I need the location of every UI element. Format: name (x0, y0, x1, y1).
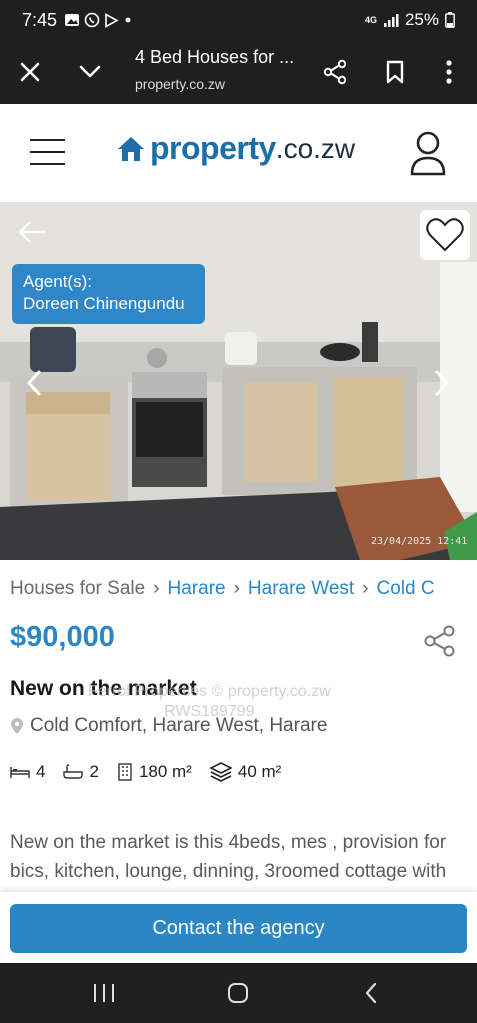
breadcrumb-separator: › (233, 578, 240, 599)
favorite-button[interactable] (420, 210, 470, 260)
system-nav-bar (0, 963, 477, 1023)
dot-icon (125, 17, 131, 23)
listing-location: Cold Comfort, Harare West, Harare (10, 715, 327, 737)
status-time: 7:45 (22, 10, 58, 30)
land-area: 40 m² (237, 762, 282, 781)
bathrooms-feature: 2 (63, 762, 99, 782)
breadcrumb-link[interactable]: Harare West (248, 578, 354, 600)
logo-tld: .co.zw (275, 132, 356, 164)
description-fade (0, 880, 477, 892)
browser-toolbar: 4 Bed Houses for ... property.co.zw (0, 40, 477, 104)
floor-area-feature: 180 m² (117, 762, 192, 782)
gallery-notification-icon (65, 14, 79, 26)
bookmark-icon[interactable] (379, 56, 411, 88)
share-icon[interactable] (319, 56, 351, 88)
building-icon (118, 763, 132, 781)
breadcrumb-link[interactable]: Cold C (377, 578, 435, 600)
location-text: Cold Comfort, Harare West, Harare (30, 715, 328, 736)
home-icon[interactable] (224, 981, 252, 1005)
chevron-down-icon[interactable] (74, 56, 106, 88)
status-right: 4G 25% (365, 10, 455, 30)
agent-badge[interactable]: Agent(s): Doreen Chinengundu (12, 264, 205, 324)
bedrooms-count: 4 (36, 762, 46, 781)
play-notification-icon (105, 12, 119, 28)
breadcrumb-separator: › (153, 578, 160, 599)
watermark-line: Ferrol Properties © property.co.zw (88, 683, 331, 700)
bathrooms-count: 2 (89, 762, 99, 781)
previous-photo-icon[interactable] (22, 368, 46, 398)
listing-features: 4 2 180 m² 40 m² (10, 762, 299, 782)
bedrooms-feature: 4 (10, 762, 45, 782)
whatsapp-notification-icon (84, 12, 100, 28)
layers-icon (209, 762, 232, 782)
notification-icons (64, 12, 133, 28)
battery-percent: 25% (404, 10, 439, 29)
listing-price: $90,000 (10, 621, 115, 653)
photo-timestamp: 23/04/2025 12:41 (371, 536, 468, 547)
share-listing-icon[interactable] (423, 624, 457, 658)
bed-icon (10, 767, 30, 778)
browser-url[interactable]: property.co.zw (135, 76, 225, 92)
agent-label: Agent(s): (23, 272, 92, 291)
browser-page-title: 4 Bed Houses for ... (135, 47, 295, 67)
status-bar: 7:45 4G 25% (0, 0, 477, 40)
user-account-icon[interactable] (408, 130, 448, 176)
more-options-icon[interactable] (433, 56, 465, 88)
contact-bar: Contact the agency (0, 892, 477, 963)
back-arrow-icon[interactable] (16, 220, 50, 250)
listing-photo (0, 202, 477, 560)
agent-name: Doreen Chinengundu (23, 294, 185, 313)
close-tab-icon[interactable] (14, 56, 46, 88)
heart-icon (426, 218, 464, 252)
back-icon[interactable] (358, 981, 386, 1005)
land-area-feature: 40 m² (209, 762, 282, 782)
photo-gallery[interactable]: Agent(s): Doreen Chinengundu 23/04/2025 … (0, 202, 477, 560)
site-logo[interactable]: property .co.zw (116, 130, 355, 167)
site-header: property .co.zw (0, 104, 477, 202)
recent-apps-icon[interactable] (90, 981, 118, 1005)
bathtub-icon (63, 764, 84, 779)
breadcrumb-separator: › (362, 578, 369, 599)
floor-area: 180 m² (138, 762, 192, 781)
network-type: 4G (364, 15, 377, 25)
signal-icon (383, 14, 399, 27)
breadcrumb-link[interactable]: Harare (168, 578, 226, 600)
house-logo-icon (118, 136, 144, 161)
location-pin-icon (11, 718, 23, 734)
logo-name: property (150, 130, 276, 166)
breadcrumb-item[interactable]: Houses for Sale (10, 578, 145, 600)
contact-agency-button[interactable]: Contact the agency (10, 904, 467, 953)
battery-icon (445, 12, 455, 28)
next-photo-icon[interactable] (430, 368, 454, 398)
listing-description: New on the market is this 4beds, mes , p… (10, 832, 447, 882)
breadcrumb: Houses for Sale › Harare › Harare West ›… (10, 578, 435, 600)
menu-icon[interactable] (30, 139, 65, 165)
